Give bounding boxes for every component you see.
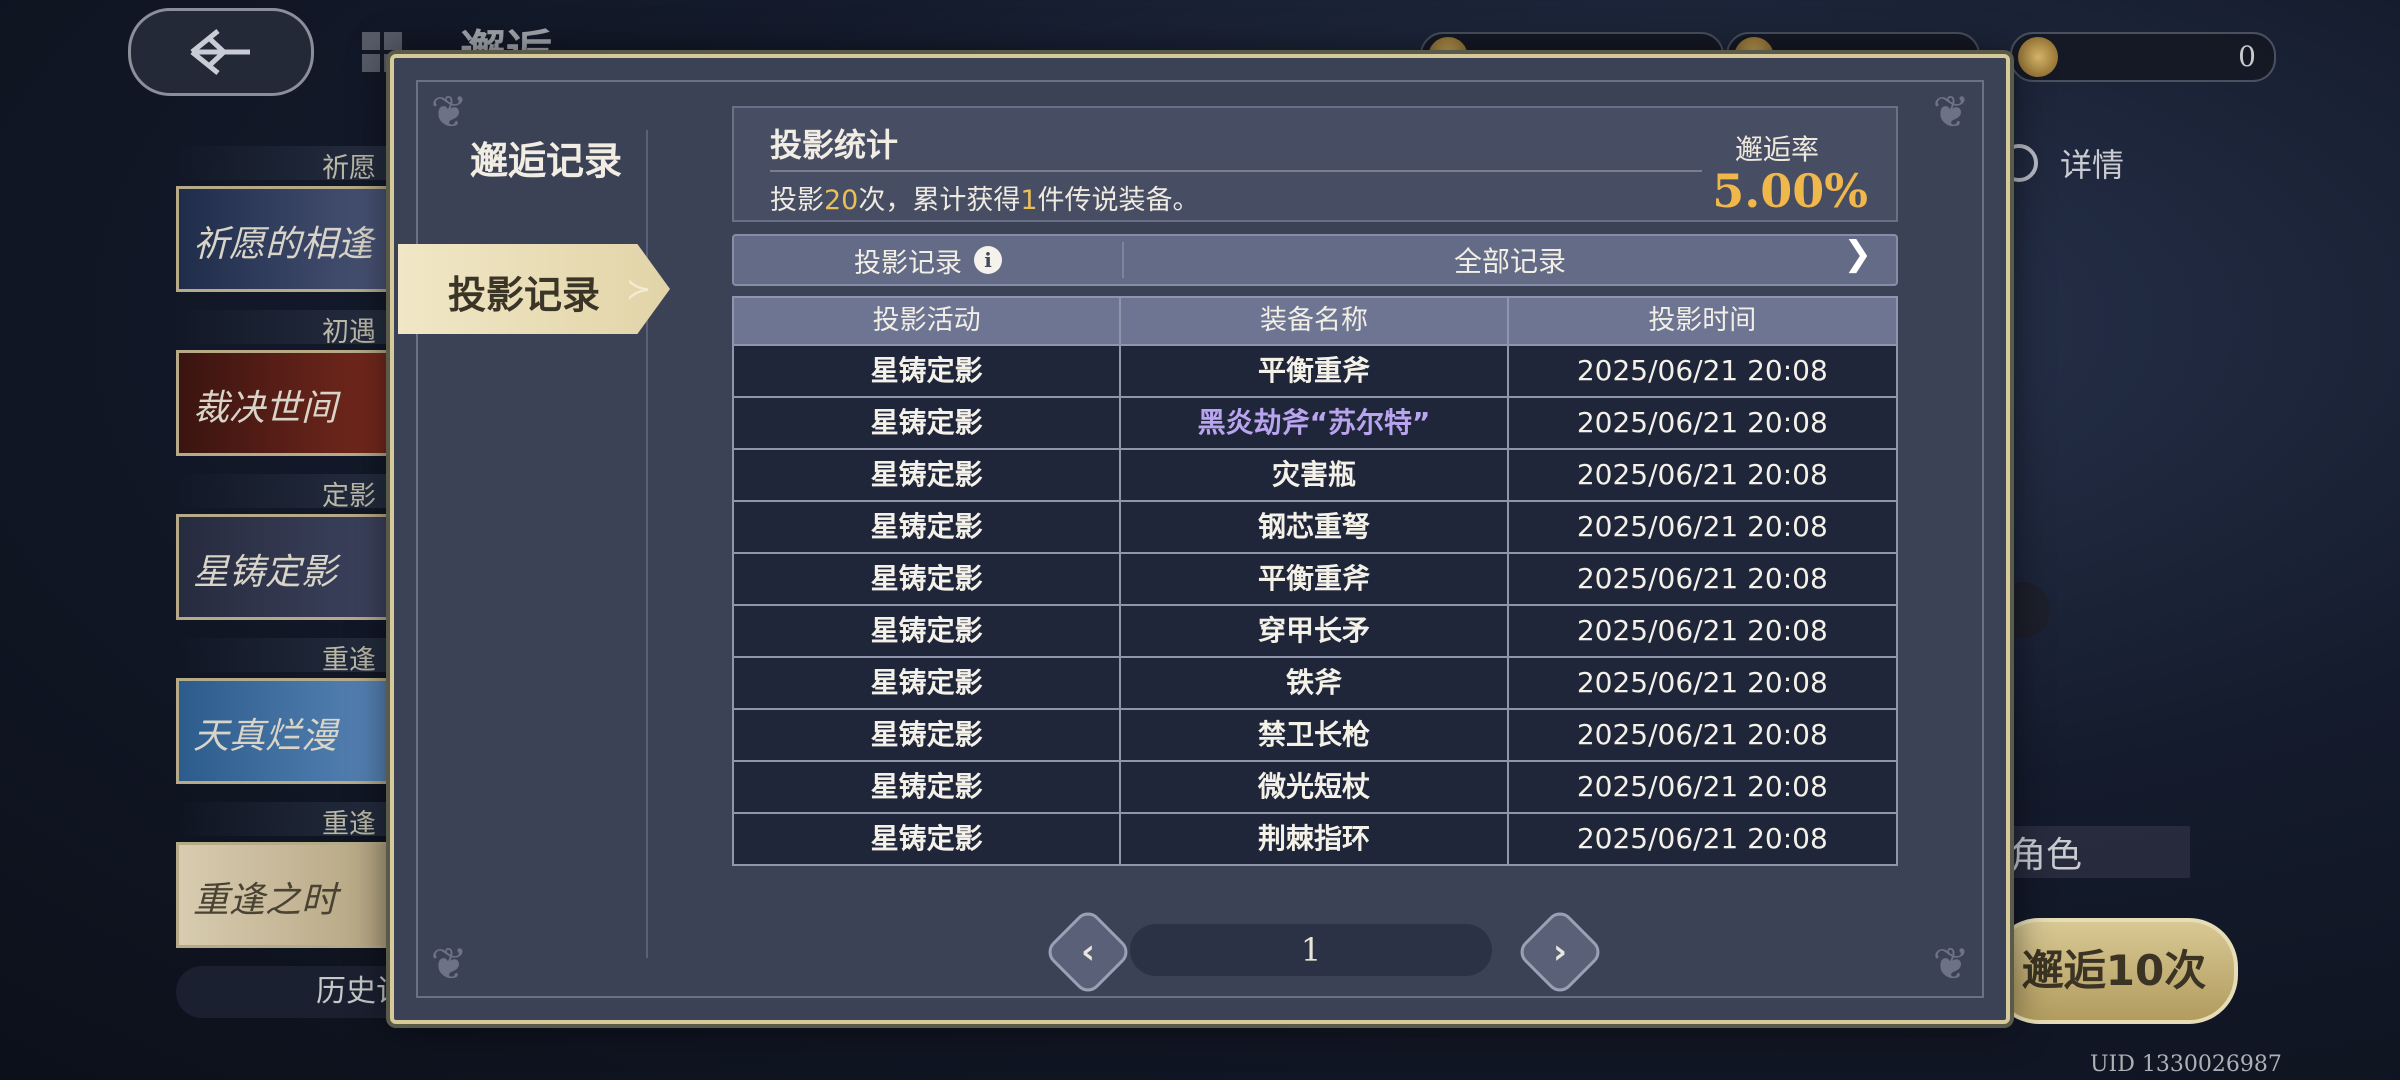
table-row: 星铸定影 平衡重斧 2025/06/21 20:08 <box>734 552 1896 604</box>
cell-item: 灾害瓶 <box>1121 450 1509 500</box>
cell-activity: 星铸定影 <box>734 762 1122 812</box>
cell-activity: 星铸定影 <box>734 502 1122 552</box>
cell-item: 禁卫长枪 <box>1121 710 1509 760</box>
column-header: 投影时间 <box>1648 305 1757 336</box>
banner-card[interactable]: 重逢之时 <box>176 842 402 948</box>
column-header: 投影活动 <box>734 298 1122 344</box>
pull-count: 20 <box>824 185 859 216</box>
uid-label: UID 1330026987 <box>2090 1052 2282 1077</box>
page-number-field[interactable]: 1 <box>1130 924 1492 976</box>
table-row: 星铸定影 禁卫长枪 2025/06/21 20:08 <box>734 708 1896 760</box>
table-header: 投影活动 装备名称 投影时间 <box>734 298 1896 344</box>
rate-label: 邂逅率 <box>1734 133 1819 166</box>
cell-time: 2025/06/21 20:08 <box>1576 718 1828 751</box>
stats-panel: 投影统计 投影20次，累计获得1件传说装备。 邂逅率 5.00% <box>732 106 1898 222</box>
cell-time: 2025/06/21 20:08 <box>1576 666 1828 699</box>
cell-time: 2025/06/21 20:08 <box>1576 458 1828 491</box>
sidebar-divider <box>646 130 648 958</box>
info-icon[interactable]: i <box>974 246 1002 274</box>
corner-ornament-icon: ❦ <box>1932 939 1970 990</box>
banner-card[interactable]: 裁决世间 <box>176 350 402 456</box>
banner-label: 初遇 <box>176 310 396 348</box>
corner-ornament-icon: ❦ <box>430 939 468 990</box>
record-filter-bar: 投影记录 i 全部记录 ❯ <box>732 234 1898 286</box>
banner-card[interactable]: 星铸定影 <box>176 514 402 620</box>
detail-button[interactable]: 详情 <box>2000 140 2124 186</box>
table-row: 星铸定影 平衡重斧 2025/06/21 20:08 <box>734 344 1896 396</box>
cell-activity: 星铸定影 <box>734 346 1122 396</box>
table-row: 星铸定影 穿甲长矛 2025/06/21 20:08 <box>734 604 1896 656</box>
chevron-left-icon: ‹ <box>1080 932 1095 972</box>
cell-item: 钢芯重弩 <box>1121 502 1509 552</box>
cell-time: 2025/06/21 20:08 <box>1576 562 1828 595</box>
stats-summary: 投影20次，累计获得1件传说装备。 <box>770 185 1200 216</box>
rate-value: 5.00% <box>1712 164 1868 218</box>
cell-time: 2025/06/21 20:08 <box>1576 614 1828 647</box>
tab-ornament-icon: ≻ <box>626 272 652 307</box>
cell-item: 平衡重斧 <box>1121 554 1509 604</box>
record-table: 投影活动 装备名称 投影时间 星铸定影 平衡重斧 2025/06/21 20:08 … <box>732 296 1898 866</box>
history-button[interactable]: 历史记 <box>176 966 416 1018</box>
currency-slot-3[interactable]: 0 <box>2010 32 2276 82</box>
table-row: 星铸定影 微光短杖 2025/06/21 20:08 <box>734 760 1896 812</box>
cell-item-legendary: 黑炎劫斧“苏尔特” <box>1121 398 1509 448</box>
chevron-right-icon: › <box>1552 932 1567 972</box>
chevron-right-icon: ❯ <box>1843 234 1873 274</box>
stats-title: 投影统计 <box>770 126 899 164</box>
cell-time: 2025/06/21 20:08 <box>1576 406 1828 439</box>
cell-activity: 星铸定影 <box>734 658 1122 708</box>
cell-activity: 星铸定影 <box>734 814 1122 864</box>
legend-count: 1 <box>1020 185 1038 216</box>
table-row: 星铸定影 荆棘指环 2025/06/21 20:08 <box>734 812 1896 864</box>
banner-label: 祈愿 <box>176 146 396 184</box>
table-row: 星铸定影 黑炎劫斧“苏尔特” 2025/06/21 20:08 <box>734 396 1896 448</box>
cell-item: 微光短杖 <box>1121 762 1509 812</box>
banner-card[interactable]: 天真烂漫 <box>176 678 402 784</box>
cell-activity: 星铸定影 <box>734 710 1122 760</box>
table-row: 星铸定影 钢芯重弩 2025/06/21 20:08 <box>734 500 1896 552</box>
cell-item: 荆棘指环 <box>1121 814 1509 864</box>
cell-activity: 星铸定影 <box>734 398 1122 448</box>
cell-item: 铁斧 <box>1121 658 1509 708</box>
cell-time: 2025/06/21 20:08 <box>1576 822 1828 855</box>
banner-label: 定影 <box>176 474 396 512</box>
cell-item: 穿甲长矛 <box>1121 606 1509 656</box>
cell-activity: 星铸定影 <box>734 554 1122 604</box>
record-filter-dropdown[interactable]: 全部记录 ❯ <box>1124 234 1896 280</box>
record-modal: ❦ ❦ ❦ ❦ 邂逅记录 投影记录 ≻ 投影统计 投影20次，累计获得1件传说装… <box>390 54 2010 1024</box>
divider <box>770 170 1702 172</box>
cell-item: 平衡重斧 <box>1121 346 1509 396</box>
sidebar-title: 邂逅记录 <box>469 138 622 183</box>
corner-ornament-icon: ❦ <box>1932 87 1970 138</box>
pull-ten-button[interactable]: 邂逅10次 <box>1990 918 2238 1024</box>
back-arrow-icon <box>190 29 250 75</box>
cell-activity: 星铸定影 <box>734 450 1122 500</box>
cell-activity: 星铸定影 <box>734 606 1122 656</box>
currency-icon <box>2018 37 2058 77</box>
table-row: 星铸定影 灾害瓶 2025/06/21 20:08 <box>734 448 1896 500</box>
table-row: 星铸定影 铁斧 2025/06/21 20:08 <box>734 656 1896 708</box>
banner-label: 重逢 <box>176 802 396 840</box>
role-label: 角色 <box>2000 826 2190 878</box>
tab-projection-record-label: 投影记录 <box>448 272 601 317</box>
back-button[interactable] <box>128 8 314 96</box>
column-header: 装备名称 <box>1121 298 1509 344</box>
cell-time: 2025/06/21 20:08 <box>1576 354 1828 387</box>
banner-card[interactable]: 祈愿的相逢 <box>176 186 402 292</box>
cell-time: 2025/06/21 20:08 <box>1576 770 1828 803</box>
banner-label: 重逢 <box>176 638 396 676</box>
cell-time: 2025/06/21 20:08 <box>1576 510 1828 543</box>
record-bar-title: 投影记录 i <box>734 242 1124 279</box>
